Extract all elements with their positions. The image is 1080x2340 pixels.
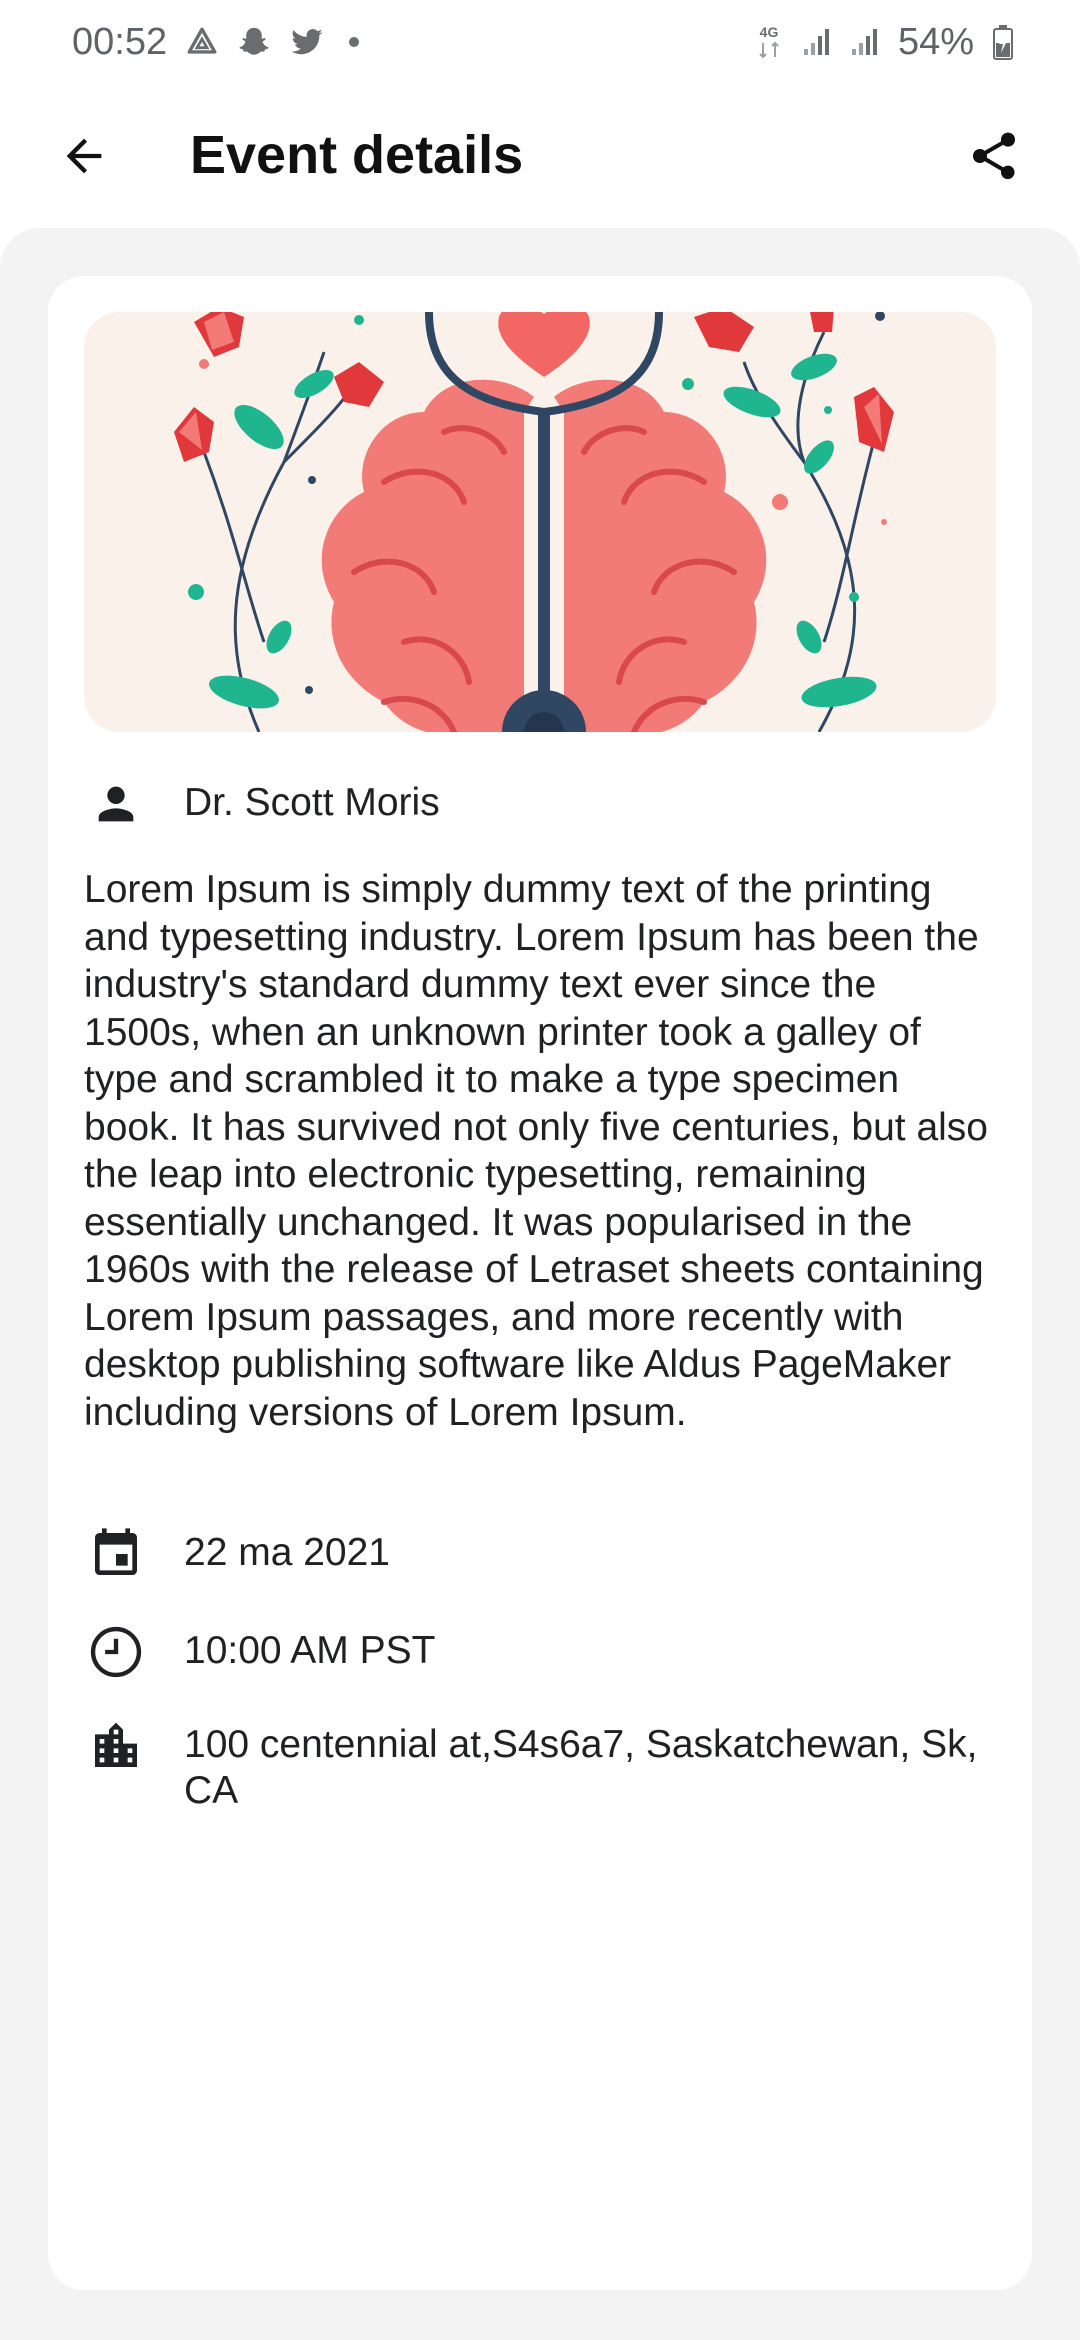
- building-icon: [84, 1714, 148, 1778]
- event-description: Lorem Ipsum is simply dummy text of the …: [84, 868, 988, 1434]
- arrow-back-icon: [66, 138, 102, 174]
- event-time: 10:00 AM PST: [184, 1629, 436, 1672]
- status-bar: 00:52 4G 54%: [0, 0, 1080, 84]
- back-button[interactable]: [40, 112, 128, 200]
- event-address: 100 centennial at,S4s6a7, Saskatchewan, …: [184, 1723, 978, 1812]
- svg-text:4G: 4G: [760, 24, 779, 40]
- battery-charging-icon: [992, 24, 1014, 60]
- person-icon: [84, 772, 148, 836]
- calendar-icon: [84, 1522, 148, 1586]
- network-4g-icon: 4G: [754, 23, 784, 61]
- time-row: 10:00 AM PST: [84, 1620, 996, 1684]
- clock-icon: [84, 1620, 148, 1684]
- address-row: 100 centennial at,S4s6a7, Saskatchewan, …: [84, 1714, 996, 1814]
- notification-dot: [349, 37, 360, 47]
- share-button[interactable]: [950, 112, 1038, 200]
- app-bar: Event details: [0, 84, 1080, 228]
- twitter-icon: [289, 25, 325, 59]
- event-card: Dr. Scott Moris Lorem Ipsum is simply du…: [48, 276, 1032, 2290]
- signal-icon-2: [850, 27, 880, 57]
- event-banner-image: [84, 312, 996, 732]
- battery-percentage: 54%: [897, 20, 974, 63]
- signal-icon-1: [802, 27, 832, 57]
- drive-icon: [185, 25, 219, 59]
- status-time: 00:52: [72, 20, 168, 63]
- page-title: Event details: [190, 125, 524, 185]
- event-date: 22 ma 2021: [184, 1531, 390, 1574]
- date-row: 22 ma 2021: [84, 1522, 996, 1586]
- status-left: 00:52: [72, 20, 360, 64]
- share-icon: [973, 132, 1015, 180]
- organizer-name: Dr. Scott Moris: [184, 781, 440, 824]
- snapchat-icon: [237, 25, 271, 59]
- organizer-row: Dr. Scott Moris: [84, 772, 996, 836]
- content-sheet: Dr. Scott Moris Lorem Ipsum is simply du…: [0, 228, 1080, 2340]
- status-right: 4G 54%: [754, 21, 1014, 64]
